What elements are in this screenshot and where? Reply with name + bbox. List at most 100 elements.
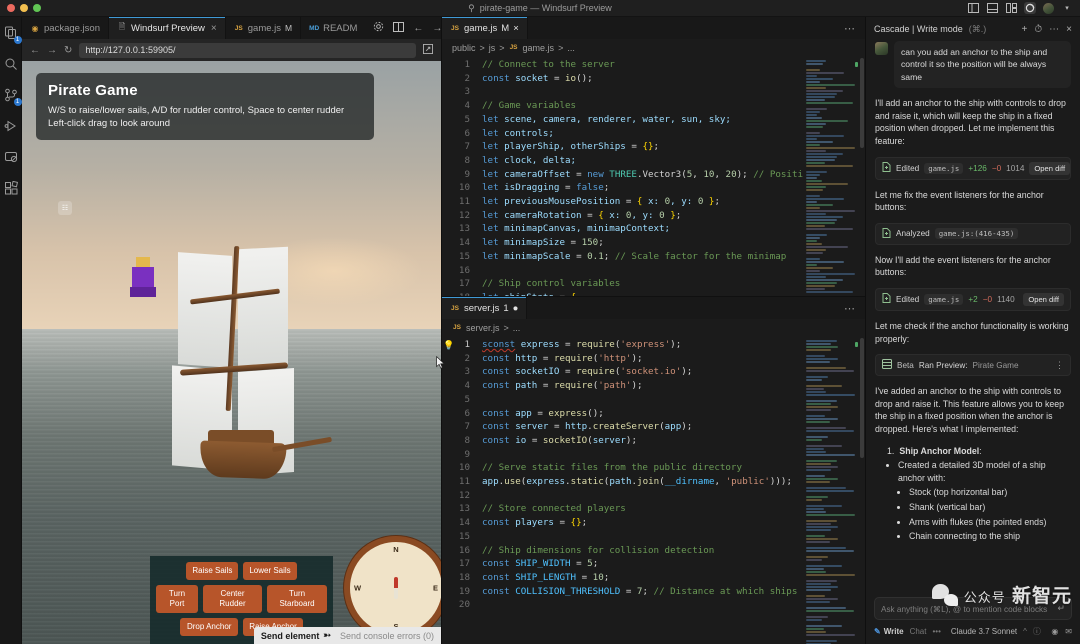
composer-right-actions[interactable]: ◉ ✉ — [1051, 627, 1072, 636]
editor-more-actions-icon[interactable]: ⋯ — [844, 302, 865, 315]
breadcrumb-top[interactable]: public > js > JS game.js > ... — [442, 39, 865, 56]
turn-starboard-button[interactable]: Turn Starboard — [267, 585, 327, 613]
send-console-errors-button[interactable]: Send console errors (0) — [340, 631, 434, 641]
minimap-line — [806, 346, 839, 348]
sidebar-item-source-control[interactable]: 1 — [3, 87, 22, 106]
minimap-line — [806, 288, 825, 290]
breadcrumb-part[interactable]: server.js — [466, 323, 500, 333]
minimap-line — [806, 237, 821, 239]
close-icon[interactable]: × — [513, 23, 519, 34]
turn-port-button[interactable]: Turn Port — [156, 585, 198, 613]
raise-sails-button[interactable]: Raise Sails — [186, 562, 239, 580]
editor-scrollbar-top[interactable] — [859, 56, 865, 296]
customize-layout-icon[interactable] — [1005, 2, 1017, 14]
history-icon[interactable]: ⏱ — [1034, 24, 1042, 35]
code-line: 13 let minimapCanvas, minimapContext; — [456, 222, 803, 236]
code-text: const http = require('http'); — [482, 352, 643, 364]
breadcrumb-bottom[interactable]: JS server.js > ... — [442, 319, 865, 336]
minimap-line — [806, 117, 823, 119]
search-icon: ⚲ — [468, 2, 475, 13]
new-chat-icon[interactable]: + — [1022, 24, 1028, 35]
open-diff-button[interactable]: Open diff — [1029, 161, 1071, 175]
breadcrumb-part[interactable]: js — [489, 43, 496, 53]
editor-tab-server-js[interactable]: JS server.js 1 ● — [442, 297, 528, 319]
center-rudder-button[interactable]: Center Rudder — [203, 585, 263, 613]
image-attach-icon[interactable]: ◉ — [1051, 627, 1058, 636]
editor-tab-game-js[interactable]: JS game.js M × — [442, 17, 528, 39]
minimap-line — [806, 240, 818, 242]
workbench-body: 1 1 ◉ package.json 🗎 Windsurf Preview × … — [0, 17, 1080, 644]
back-arrow-icon[interactable]: ← — [30, 45, 40, 56]
sidebar-item-search[interactable] — [3, 56, 19, 72]
cascade-icon[interactable] — [1024, 2, 1036, 14]
code-text: let minimapScale = 0.1; // Scale factor … — [482, 250, 787, 262]
chat-mode-label[interactable]: Chat — [910, 627, 927, 636]
more-actions-icon[interactable]: ⋯ — [1049, 24, 1059, 35]
settings-gear-icon[interactable] — [373, 21, 384, 35]
info-icon[interactable]: ⓘ — [1033, 626, 1041, 637]
code-text: const SHIP_WIDTH = 5; — [482, 558, 599, 570]
tab-game-js[interactable]: JS game.js M — [226, 17, 302, 39]
tool-card-edited-2[interactable]: Edited game.js +2 −0 1140 Open diff — [875, 287, 1071, 311]
code-line: 5 let scene, camera, renderer, water, sun… — [456, 113, 803, 127]
more-actions-icon[interactable]: ⋮ — [1055, 360, 1064, 371]
minimap-top[interactable] — [803, 56, 859, 296]
send-element-button[interactable]: Send element ➳ — [261, 630, 331, 641]
open-external-icon[interactable] — [423, 43, 433, 57]
window-title-search[interactable]: ⚲ pirate-game — Windsurf Preview — [0, 3, 1080, 14]
chat-input[interactable]: Ask anything (⌘L), @ to mention code blo… — [874, 597, 1072, 620]
write-mode-button[interactable]: ✎ Write — [874, 627, 904, 636]
url-input[interactable]: http://127.0.0.1:59905/ — [79, 42, 416, 58]
minimap-line — [806, 78, 834, 80]
code-editor-game-js[interactable]: 1 // Connect to the server 2 const socket =… — [442, 56, 865, 296]
back-arrow-icon[interactable]: ← — [413, 23, 423, 34]
minimap-bottom[interactable] — [803, 336, 859, 644]
model-selector[interactable]: Claude 3.7 Sonnet — [951, 627, 1017, 636]
sidebar-item-remote-window[interactable] — [3, 149, 19, 165]
breadcrumb-part[interactable]: ... — [513, 323, 521, 333]
split-editor-icon[interactable] — [393, 21, 405, 35]
sidebar-item-explorer[interactable]: 1 — [3, 25, 22, 44]
close-icon[interactable]: × — [1066, 24, 1072, 35]
chevron-up-icon[interactable]: ^ — [1023, 627, 1027, 636]
tab-windsurf-preview[interactable]: 🗎 Windsurf Preview × — [108, 17, 226, 39]
lightbulb-icon[interactable]: 💡 — [442, 336, 456, 644]
reload-icon[interactable]: ↻ — [64, 45, 72, 56]
tool-card-edited-1[interactable]: Edited game.js +126 −0 1014 Open diff — [875, 156, 1071, 180]
chevron-down-icon[interactable]: ▾ — [1061, 2, 1073, 14]
tool-card-analyzed[interactable]: Analyzed game.js:(416-435) — [875, 222, 1071, 245]
account-avatar-icon[interactable] — [1043, 2, 1054, 14]
minimap-line — [806, 63, 824, 65]
sidebar-item-run-and-debug[interactable] — [3, 118, 19, 134]
drop-anchor-button[interactable]: Drop Anchor — [180, 618, 239, 636]
window-traffic-lights[interactable] — [0, 4, 41, 12]
line-number: 2 — [464, 72, 470, 84]
close-window-button[interactable] — [7, 4, 15, 12]
open-diff-button[interactable]: Open diff — [1023, 292, 1064, 306]
minimap-line — [806, 607, 846, 609]
breadcrumb-part[interactable]: game.js — [523, 43, 555, 53]
tool-card-ran-preview[interactable]: Beta Ran Preview: Pirate Game ⋮ — [875, 354, 1071, 377]
maximize-window-button[interactable] — [33, 4, 41, 12]
tab-package-json[interactable]: ◉ package.json — [22, 17, 109, 39]
editor-scrollbar-bottom[interactable] — [859, 336, 865, 644]
forward-arrow-icon[interactable]: → — [432, 23, 442, 34]
titlebar-actions[interactable]: ▾ — [967, 2, 1080, 14]
code-editor-server-js[interactable]: 💡 1 sconst express = require('express'); 2… — [442, 336, 865, 644]
game-preview-viewport[interactable]: Pirate Game W/S to raise/lower sails, A/… — [22, 61, 441, 644]
lower-sails-button[interactable]: Lower Sails — [243, 562, 297, 580]
editor-more-actions-icon[interactable]: ⋯ — [844, 22, 865, 35]
breadcrumb-part[interactable]: public — [452, 43, 476, 53]
toggle-panel-icon[interactable] — [986, 2, 998, 14]
toggle-primary-sidebar-icon[interactable] — [967, 2, 979, 14]
close-icon[interactable]: × — [211, 23, 217, 34]
return-arrow-icon[interactable]: ↵ — [1057, 603, 1065, 614]
forward-arrow-icon[interactable]: → — [47, 45, 57, 56]
more-actions-icon[interactable]: ••• — [932, 627, 940, 636]
send-icon[interactable]: ✉ — [1065, 627, 1072, 636]
tab-readme[interactable]: MD READM — [301, 17, 365, 39]
cascade-header-actions[interactable]: + ⏱ ⋯ × — [1022, 24, 1073, 35]
breadcrumb-part[interactable]: ... — [567, 43, 575, 53]
minimize-window-button[interactable] — [20, 4, 28, 12]
sidebar-item-extensions[interactable] — [3, 180, 19, 196]
